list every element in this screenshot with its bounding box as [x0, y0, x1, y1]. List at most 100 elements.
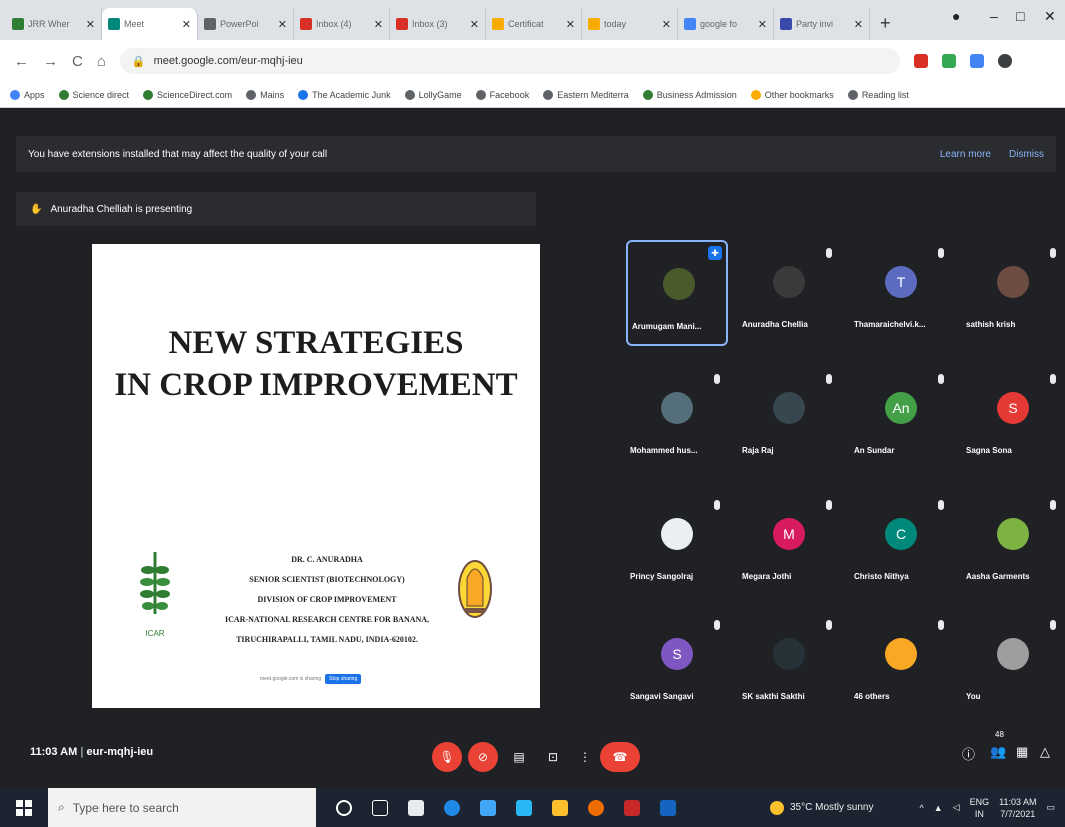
- bookmark-item[interactable]: Science direct: [58, 89, 129, 100]
- bookmark-icon: [847, 89, 858, 100]
- mic-muted-icon: [1050, 374, 1056, 384]
- close-tab-icon[interactable]: ✕: [470, 18, 479, 31]
- close-tab-icon[interactable]: ✕: [86, 18, 95, 31]
- chevron-up-icon[interactable]: ^: [920, 803, 924, 813]
- participant-tile[interactable]: 46 others: [850, 612, 952, 718]
- browser-toolbar: ← → C ⌂ 🔒 meet.google.com/eur-mqhj-ieu: [0, 40, 1065, 82]
- activities-icon[interactable]: △: [1040, 744, 1050, 760]
- mic-muted-icon: [714, 620, 720, 630]
- bookmark-item[interactable]: Mains: [246, 89, 284, 100]
- more-options-button[interactable]: ⋮: [570, 742, 600, 772]
- bookmark-item[interactable]: ScienceDirect.com: [143, 89, 232, 100]
- participant-tile[interactable]: Mohammed hus...: [626, 366, 728, 472]
- maximize-icon[interactable]: □: [1016, 8, 1024, 24]
- close-tab-icon[interactable]: ✕: [758, 18, 767, 31]
- mic-off-button[interactable]: 🎙: [432, 742, 462, 772]
- participant-tile[interactable]: Arumugam Mani... ✚: [626, 240, 728, 346]
- pin-icon[interactable]: ✚: [708, 246, 722, 260]
- bookmark-item[interactable]: Apps: [10, 89, 45, 100]
- participant-tile[interactable]: Anuradha Chellia: [738, 240, 840, 346]
- close-tab-icon[interactable]: ✕: [662, 18, 671, 31]
- close-tab-icon[interactable]: ✕: [854, 18, 863, 31]
- chrome-icon[interactable]: [588, 799, 604, 816]
- taskbar-search-box[interactable]: ⌕ Type here to search: [48, 788, 316, 827]
- extension-icon[interactable]: [969, 54, 984, 68]
- browser-tab[interactable]: PowerPoi ✕: [198, 8, 294, 40]
- browser-tab[interactable]: Party invi ✕: [774, 8, 870, 40]
- learn-more-link[interactable]: Learn more: [940, 149, 991, 160]
- close-window-icon[interactable]: ✕: [1044, 8, 1056, 25]
- powerpoint-icon[interactable]: [624, 799, 640, 816]
- new-tab-button[interactable]: +: [870, 13, 901, 40]
- browser-tab[interactable]: google fo ✕: [678, 8, 774, 40]
- task-view-icon[interactable]: [372, 799, 388, 816]
- bookmark-item[interactable]: The Academic Junk: [298, 89, 391, 100]
- participant-tile[interactable]: T Thamaraichelvi.k...: [850, 240, 952, 346]
- dismiss-button[interactable]: Dismiss: [1009, 149, 1044, 160]
- bookmark-item[interactable]: Reading list: [847, 89, 909, 100]
- camera-off-button[interactable]: ⊘: [468, 742, 498, 772]
- participant-tile[interactable]: Princy Sangolraj: [626, 492, 728, 598]
- close-tab-icon[interactable]: ✕: [566, 18, 575, 31]
- bookmark-item[interactable]: Facebook: [475, 89, 529, 100]
- browser-tab[interactable]: Meet ✕: [102, 8, 198, 40]
- participant-tile[interactable]: You: [962, 612, 1064, 718]
- browser-tab[interactable]: today ✕: [582, 8, 678, 40]
- minimize-icon[interactable]: –: [990, 8, 998, 24]
- word-icon[interactable]: [660, 799, 676, 816]
- extension-icon[interactable]: [913, 54, 928, 68]
- store-icon[interactable]: [408, 799, 424, 816]
- browser-tab[interactable]: Inbox (4) ✕: [294, 8, 390, 40]
- home-icon[interactable]: ⌂: [97, 53, 106, 70]
- participant-tile[interactable]: S Sangavi Sangavi: [626, 612, 728, 718]
- banner-text: You have extensions installed that may a…: [28, 148, 328, 160]
- participant-tile[interactable]: S Sagna Sona: [962, 366, 1064, 472]
- mail-icon[interactable]: [480, 799, 496, 816]
- bookmark-item[interactable]: Business Admission: [642, 89, 737, 100]
- stop-sharing-button[interactable]: Stop sharing: [325, 674, 362, 684]
- file-explorer-icon[interactable]: [552, 799, 568, 816]
- back-icon[interactable]: ←: [14, 53, 29, 70]
- reload-icon[interactable]: C: [72, 53, 83, 70]
- participant-tile[interactable]: Raja Raj: [738, 366, 840, 472]
- bookmark-item[interactable]: Other bookmarks: [750, 89, 834, 100]
- chat-icon[interactable]: ▦: [1016, 744, 1028, 760]
- extension-icon[interactable]: [941, 54, 956, 68]
- participant-tile[interactable]: sathish krish: [962, 240, 1064, 346]
- present-icon: ⊡: [547, 750, 559, 764]
- close-tab-icon[interactable]: ✕: [182, 18, 191, 31]
- profile-icon[interactable]: ●: [952, 8, 960, 24]
- participant-tile[interactable]: Aasha Garments: [962, 492, 1064, 598]
- forward-icon[interactable]: →: [43, 53, 58, 70]
- info-icon[interactable]: ⓘ: [962, 744, 975, 763]
- avatar[interactable]: [997, 54, 1012, 68]
- participant-tile[interactable]: M Megara Jothi: [738, 492, 840, 598]
- close-tab-icon[interactable]: ✕: [374, 18, 383, 31]
- participant-tile[interactable]: An An Sundar: [850, 366, 952, 472]
- cortana-icon[interactable]: [336, 799, 352, 816]
- network-icon[interactable]: ▲: [934, 803, 943, 813]
- bookmark-item[interactable]: Eastern Mediterra: [543, 89, 629, 100]
- edge-icon[interactable]: [444, 799, 460, 816]
- weather-widget[interactable]: 35°C Mostly sunny: [770, 788, 873, 827]
- volume-icon[interactable]: ◁: [953, 802, 960, 813]
- taskbar-clock[interactable]: 11:03 AM 7/7/2021: [999, 796, 1036, 820]
- browser-tab[interactable]: Certificat ✕: [486, 8, 582, 40]
- browser-tab[interactable]: Inbox (3) ✕: [390, 8, 486, 40]
- close-tab-icon[interactable]: ✕: [278, 18, 287, 31]
- browser-tab-strip: JRR Wher ✕ Meet ✕ PowerPoi ✕ Inbox (4) ✕ Inbox (…: [0, 0, 1065, 40]
- leave-call-button[interactable]: ☎: [600, 742, 640, 772]
- language-indicator[interactable]: ENG IN: [970, 796, 990, 820]
- captions-button[interactable]: ▤: [504, 742, 534, 772]
- notifications-icon[interactable]: ▭: [1046, 802, 1055, 813]
- address-bar[interactable]: 🔒 meet.google.com/eur-mqhj-ieu: [119, 48, 900, 74]
- people-button[interactable]: 👥: [990, 744, 1006, 760]
- tab-favicon-icon: [396, 18, 408, 30]
- participant-tile[interactable]: C Christo Nithya: [850, 492, 952, 598]
- bookmark-item[interactable]: LollyGame: [404, 89, 462, 100]
- browser-tab[interactable]: JRR Wher ✕: [6, 8, 102, 40]
- app-icon[interactable]: [516, 799, 532, 816]
- present-now-button[interactable]: ⊡: [538, 742, 568, 772]
- participant-tile[interactable]: SK sakthi Sakthi: [738, 612, 840, 718]
- start-button[interactable]: [0, 788, 48, 827]
